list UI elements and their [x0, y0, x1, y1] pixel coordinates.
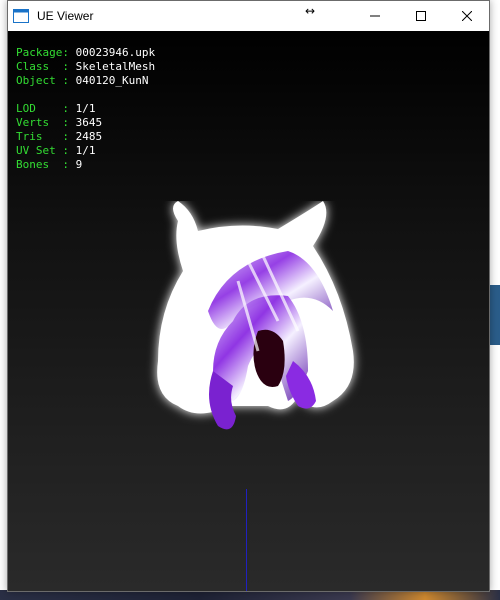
3d-viewport[interactable]: Package: 00023946.upk Class : SkeletalMe…: [8, 31, 489, 591]
maximize-button[interactable]: [398, 1, 444, 31]
hair-mesh-render: [157, 201, 354, 430]
minimize-icon: [370, 15, 380, 17]
info-verts-key: Verts :: [16, 116, 69, 129]
info-uvset-value: 1/1: [75, 144, 96, 157]
info-object-value: 040120_KunN: [75, 74, 149, 87]
info-package-key: Package:: [16, 46, 69, 59]
minimize-button[interactable]: [352, 1, 398, 31]
ue-viewer-icon: [13, 9, 29, 23]
window-title: UE Viewer: [37, 9, 94, 23]
close-icon: [462, 11, 472, 21]
info-package: Package: 00023946.upk: [16, 46, 155, 60]
info-bones: Bones : 9: [16, 158, 82, 172]
title-bar[interactable]: UE Viewer ↔: [8, 1, 489, 31]
info-class: Class : SkeletalMesh: [16, 60, 155, 74]
info-verts-value: 3645: [75, 116, 103, 129]
info-lod-value: 1/1: [75, 102, 96, 115]
info-object-key: Object :: [16, 74, 69, 87]
info-package-value: 00023946.upk: [75, 46, 156, 59]
info-uvset-key: UV Set :: [16, 144, 69, 157]
close-button[interactable]: [444, 1, 490, 31]
info-uvset: UV Set : 1/1: [16, 144, 95, 158]
info-lod: LOD : 1/1: [16, 102, 95, 116]
background-blue-panel: [490, 285, 500, 345]
info-verts: Verts : 3645: [16, 116, 102, 130]
info-object: Object : 040120_KunN: [16, 74, 148, 88]
info-class-value: SkeletalMesh: [75, 60, 156, 73]
vertical-axis-line: [246, 489, 247, 591]
info-bones-key: Bones :: [16, 158, 69, 171]
ue-viewer-window: UE Viewer ↔ Package: 00023946.upk Class …: [7, 0, 490, 592]
resize-horizontal-cursor-icon: ↔: [305, 4, 316, 18]
info-tris: Tris : 2485: [16, 130, 102, 144]
info-tris-value: 2485: [75, 130, 103, 143]
maximize-icon: [416, 11, 426, 21]
info-class-key: Class :: [16, 60, 69, 73]
info-lod-key: LOD :: [16, 102, 69, 115]
info-tris-key: Tris :: [16, 130, 69, 143]
info-bones-value: 9: [75, 158, 83, 171]
